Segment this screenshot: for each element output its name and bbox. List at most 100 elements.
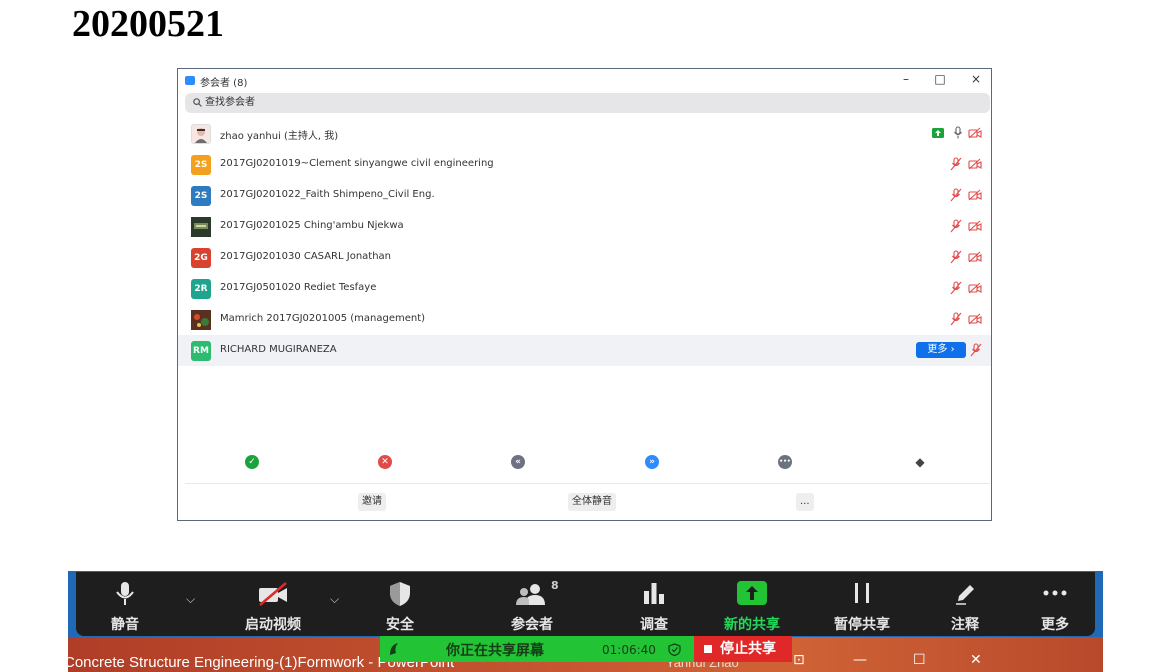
annotate-label: 注释: [951, 617, 979, 633]
more-label: 更多: [1041, 617, 1069, 633]
participant-list: zhao yanhui (主持人, 我) 2S 2017GJ0201019~Cl…: [178, 118, 991, 366]
microphone-muted-icon[interactable]: [950, 188, 962, 202]
more-reaction-icon[interactable]: •••: [778, 455, 792, 469]
no-reaction-icon[interactable]: ✕: [378, 455, 392, 469]
minimize-button[interactable]: –: [898, 72, 914, 86]
participant-row[interactable]: 2S 2017GJ0201022_Faith Shimpeno_Civil En…: [178, 180, 991, 211]
sharing-elapsed-time: 01:06:40: [602, 643, 656, 657]
mute-all-button[interactable]: 全体静音: [568, 493, 616, 511]
poll-button[interactable]: 调查: [628, 572, 680, 636]
more-button[interactable]: 更多: [1030, 572, 1080, 636]
invite-button[interactable]: 邀请: [358, 493, 386, 511]
participant-name: 2017GJ0201019~Clement sinyangwe civil en…: [220, 158, 494, 169]
participants-window: 参会者 (8) – □ × zhao yanhui (主持人, 我) 2S 20…: [177, 68, 992, 521]
reaction-bar: ✓ ✕ « » ••• ◆: [178, 451, 991, 473]
microphone-muted-icon[interactable]: [950, 281, 962, 295]
video-off-icon[interactable]: [968, 158, 982, 170]
sharing-status-bar[interactable]: 你正在共享屏幕 01:06:40: [380, 636, 694, 662]
audio-options-chevron-icon[interactable]: ⌵: [186, 592, 195, 607]
participant-more-button[interactable]: 更多 ›: [916, 342, 966, 358]
zoom-logo-icon: [185, 76, 195, 85]
participants-icon: [516, 584, 545, 605]
participant-row[interactable]: RM RICHARD MUGIRANEZA 更多 ›: [178, 335, 991, 366]
participant-name: Mamrich 2017GJ0201005 (management): [220, 313, 426, 324]
pause-share-label: 暂停共享: [834, 617, 890, 633]
share-screen-icon: [932, 128, 944, 138]
clear-reaction-icon[interactable]: ◆: [913, 455, 927, 469]
participant-row[interactable]: 2R 2017GJ0501020 Rediet Tesfaye: [178, 273, 991, 304]
shield-icon: [390, 582, 410, 606]
stop-share-button[interactable]: 停止共享: [694, 636, 792, 662]
avatar: [191, 124, 211, 144]
window-title: 参会者 (8): [200, 78, 248, 89]
participants-label: 参会者: [511, 617, 553, 633]
participant-row[interactable]: zhao yanhui (主持人, 我): [178, 118, 991, 149]
microphone-muted-icon[interactable]: [970, 343, 982, 357]
video-off-icon[interactable]: [968, 220, 982, 232]
participant-name: zhao yanhui (主持人, 我): [220, 131, 339, 142]
slower-reaction-icon[interactable]: «: [511, 455, 525, 469]
ribbon-display-icon[interactable]: ⊡: [793, 652, 805, 668]
pause-share-button[interactable]: 暂停共享: [828, 572, 896, 636]
shield-check-icon[interactable]: [668, 643, 681, 656]
microphone-icon[interactable]: [953, 126, 963, 140]
microphone-muted-icon[interactable]: [950, 250, 962, 264]
video-off-icon: [259, 582, 287, 606]
video-off-icon[interactable]: [968, 189, 982, 201]
microphone-icon: [116, 582, 134, 605]
participant-name: 2017GJ0201025 Ching'ambu Njekwa: [220, 220, 404, 231]
search-bar: [185, 93, 990, 113]
video-options-chevron-icon[interactable]: ⌵: [330, 592, 339, 607]
participant-name: 2017GJ0501020 Rediet Tesfaye: [220, 282, 377, 293]
participant-row[interactable]: 2S 2017GJ0201019~Clement sinyangwe civil…: [178, 149, 991, 180]
security-label: 安全: [386, 617, 414, 633]
participant-name: RICHARD MUGIRANEZA: [220, 344, 337, 355]
faster-reaction-icon[interactable]: »: [645, 455, 659, 469]
microphone-muted-icon[interactable]: [950, 312, 962, 326]
minimize-icon[interactable]: —: [853, 652, 867, 668]
yes-reaction-icon[interactable]: ✓: [245, 455, 259, 469]
stop-icon: [704, 645, 712, 653]
video-off-icon[interactable]: [968, 282, 982, 294]
pencil-icon: [956, 585, 974, 605]
drag-handle-icon[interactable]: [388, 642, 400, 656]
video-off-icon[interactable]: [968, 313, 982, 325]
start-video-button[interactable]: 启动视频: [230, 572, 316, 636]
video-off-icon[interactable]: [968, 251, 982, 263]
close-icon[interactable]: ✕: [970, 652, 982, 668]
security-button[interactable]: 安全: [371, 572, 429, 636]
participant-name: 2017GJ0201030 CASARL Jonathan: [220, 251, 392, 262]
window-titlebar: 参会者 (8) – □ ×: [178, 69, 991, 91]
microphone-muted-icon[interactable]: [950, 157, 962, 171]
avatar: RM: [191, 341, 211, 361]
participant-name: 2017GJ0201022_Faith Shimpeno_Civil Eng.: [220, 189, 435, 200]
new-share-button[interactable]: 新的共享: [716, 572, 788, 636]
document-title: 20200521: [72, 3, 224, 45]
avatar: 2S: [191, 186, 211, 206]
pause-icon: [855, 583, 869, 603]
avatar: 2S: [191, 155, 211, 175]
meeting-toolbar: 静音 ⌵ 启动视频 ⌵ 安全 参会者 8 调查 新的共享 暂停共享 注释 更多: [76, 572, 1095, 636]
participant-row[interactable]: 2G 2017GJ0201030 CASARL Jonathan: [178, 242, 991, 273]
annotate-button[interactable]: 注释: [942, 572, 988, 636]
video-off-icon[interactable]: [968, 127, 982, 139]
footer-divider: [185, 483, 990, 484]
participants-count: 8: [551, 579, 559, 592]
poll-label: 调查: [640, 617, 668, 633]
stop-share-label: 停止共享: [720, 641, 776, 657]
participant-row[interactable]: Mamrich 2017GJ0201005 (management): [178, 304, 991, 335]
footer-more-button[interactable]: ...: [796, 493, 814, 511]
participant-row[interactable]: 2017GJ0201025 Ching'ambu Njekwa: [178, 211, 991, 242]
sharing-status-text: 你正在共享屏幕: [446, 643, 544, 659]
avatar: 2R: [191, 279, 211, 299]
new-share-label: 新的共享: [724, 617, 780, 633]
start-video-label: 启动视频: [245, 617, 301, 633]
microphone-muted-icon[interactable]: [950, 219, 962, 233]
search-input[interactable]: [205, 95, 605, 110]
maximize-button[interactable]: □: [932, 72, 948, 86]
mute-button[interactable]: 静音: [96, 572, 154, 636]
close-button[interactable]: ×: [968, 72, 984, 86]
avatar: [191, 310, 211, 330]
maximize-icon[interactable]: ☐: [913, 652, 926, 668]
mute-label: 静音: [111, 617, 139, 633]
